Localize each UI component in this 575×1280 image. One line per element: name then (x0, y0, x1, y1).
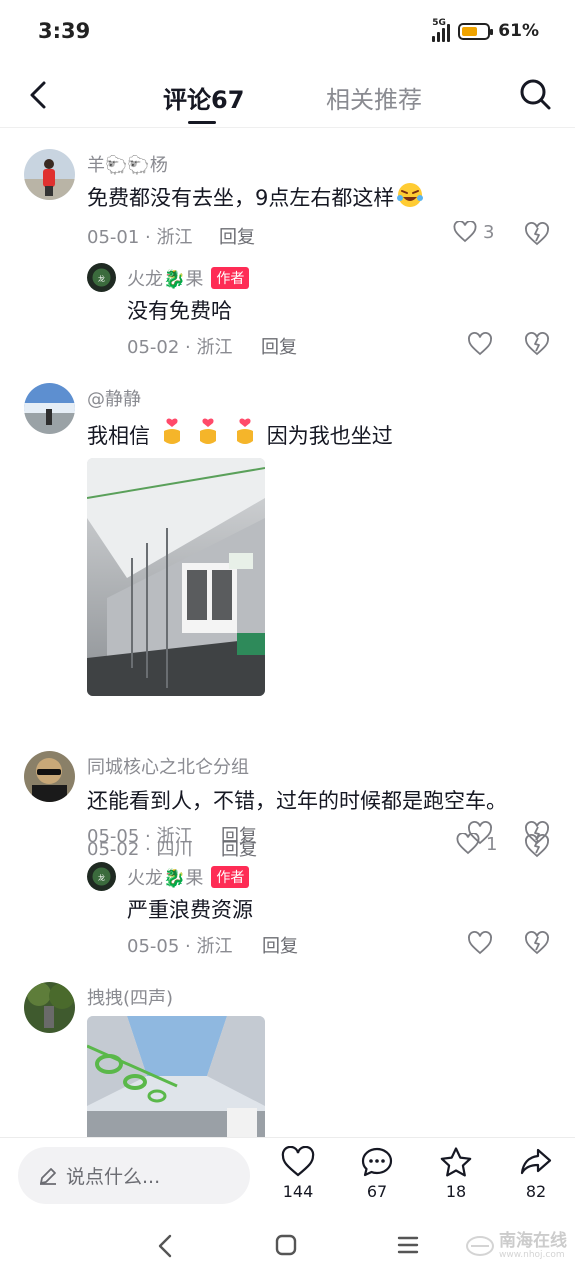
reply-username[interactable]: 火龙🐉果 作者 (127, 265, 250, 291)
reply-date-location: 05-02 · 浙江 (127, 337, 233, 358)
finger-heart-emoji-icon (200, 418, 217, 444)
heart-icon[interactable] (467, 820, 493, 846)
comment-list[interactable]: 羊🐑🐑杨 免费都没有去坐，9点左右都这样 05-01 · 浙江 回复 3 龙 火… (0, 129, 575, 1137)
dislike-icon[interactable] (524, 331, 550, 357)
reply-avatar[interactable]: 龙 (87, 263, 116, 292)
comment-username[interactable]: 拽拽(四声) (87, 984, 173, 1010)
comment-date-location: 05-01 · 浙江 (87, 227, 193, 248)
comments-header: 评论67 相关推荐 (0, 64, 575, 128)
author-badge: 作者 (211, 267, 250, 289)
heart-icon[interactable] (467, 930, 493, 956)
comment-date-location: 05-05 · 浙江 (87, 826, 193, 847)
like-video-button[interactable]: 144 (268, 1146, 328, 1201)
comment-input[interactable]: 说点什么... (18, 1147, 250, 1204)
avatar[interactable] (24, 149, 75, 200)
comment-text: 还能看到人，不错，过年的时候都是跑空车。 (87, 789, 507, 813)
reply-avatar[interactable]: 龙 (87, 862, 116, 891)
dislike-icon[interactable] (524, 930, 550, 956)
status-time: 3:39 (38, 19, 91, 43)
crying-laughing-emoji-icon (397, 183, 424, 207)
watermark-logo-icon (466, 1235, 494, 1256)
system-nav-bar: 南海在线 www.nhoj.com (0, 1213, 575, 1280)
avatar[interactable] (24, 751, 75, 802)
tab-active-indicator (188, 121, 216, 124)
comment-text: 免费都没有去坐，9点左右都这样 (87, 181, 426, 212)
avatar[interactable] (24, 383, 75, 434)
status-bar: 3:39 5G 61% (0, 0, 575, 64)
subway-interior-photo[interactable] (87, 458, 265, 696)
subway-handles-photo[interactable] (87, 1016, 265, 1137)
search-icon[interactable] (517, 76, 553, 112)
reply-button[interactable]: 回复 (219, 223, 255, 249)
favorite-count: 18 (445, 1182, 467, 1201)
like-count: 3 (483, 221, 495, 243)
tab-related[interactable]: 相关推荐 (326, 80, 422, 115)
like-count: 144 (282, 1182, 314, 1201)
heart-icon (453, 221, 477, 243)
watermark-text: 南海在线 (499, 1231, 567, 1251)
network-type: 5G (432, 18, 446, 28)
svg-text:龙: 龙 (98, 873, 105, 882)
author-badge: 作者 (211, 866, 250, 888)
comment-input-placeholder: 说点什么... (66, 1166, 161, 1188)
comment-username[interactable]: 同城核心之北仑分组 (87, 753, 249, 779)
battery-percent: 61% (498, 21, 539, 41)
watermark-url: www.nhoj.com (499, 1250, 565, 1260)
comment-count: 67 (366, 1182, 388, 1201)
like-button[interactable]: 3 (453, 221, 494, 243)
comment-text: 我相信 因为我也坐过 (87, 417, 393, 450)
tab-comments[interactable]: 评论67 (163, 80, 244, 115)
share-arrow-icon (520, 1148, 552, 1175)
reply-button[interactable]: 回复 (261, 333, 297, 359)
reply-username[interactable]: 火龙🐉果 作者 (127, 864, 250, 890)
reply-text: 严重浪费资源 (127, 898, 253, 922)
bottom-action-bar: 说点什么... 144 67 18 82 (0, 1137, 575, 1213)
heart-icon (281, 1146, 315, 1177)
battery-icon (458, 22, 494, 40)
watermark: 南海在线 www.nhoj.com (465, 1231, 567, 1260)
dislike-icon[interactable] (524, 820, 550, 846)
reply-text: 没有免费哈 (127, 299, 232, 323)
reply-date-location: 05-05 · 浙江 (127, 936, 233, 957)
star-icon (440, 1147, 472, 1177)
comment-username[interactable]: @静静 (87, 385, 141, 411)
finger-heart-emoji-icon (237, 418, 254, 444)
nav-back-icon[interactable] (155, 1233, 177, 1259)
nav-menu-icon[interactable] (396, 1233, 420, 1257)
reply-button[interactable]: 回复 (262, 932, 298, 958)
nav-home-icon[interactable] (274, 1233, 298, 1257)
back-icon[interactable] (22, 78, 56, 112)
reply-button[interactable]: 回复 (221, 822, 257, 848)
finger-heart-emoji-icon (163, 418, 180, 444)
signal-icon: 5G (432, 18, 451, 42)
comment-button[interactable]: 67 (347, 1146, 407, 1201)
pencil-icon (40, 1167, 56, 1185)
heart-icon[interactable] (467, 331, 493, 357)
status-icons: 5G 61% (432, 18, 539, 42)
svg-text:龙: 龙 (98, 274, 105, 283)
comment-username[interactable]: 羊🐑🐑杨 (87, 151, 168, 177)
dislike-icon[interactable] (524, 221, 550, 247)
avatar[interactable] (24, 982, 75, 1033)
share-button[interactable]: 82 (506, 1146, 566, 1201)
share-count: 82 (525, 1182, 547, 1201)
favorite-button[interactable]: 18 (426, 1146, 486, 1201)
comment-bubble-icon (361, 1147, 393, 1177)
